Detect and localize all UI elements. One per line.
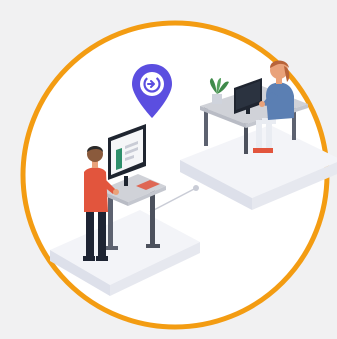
workspace-illustration [0,0,337,339]
illustration-canvas [20,20,337,330]
